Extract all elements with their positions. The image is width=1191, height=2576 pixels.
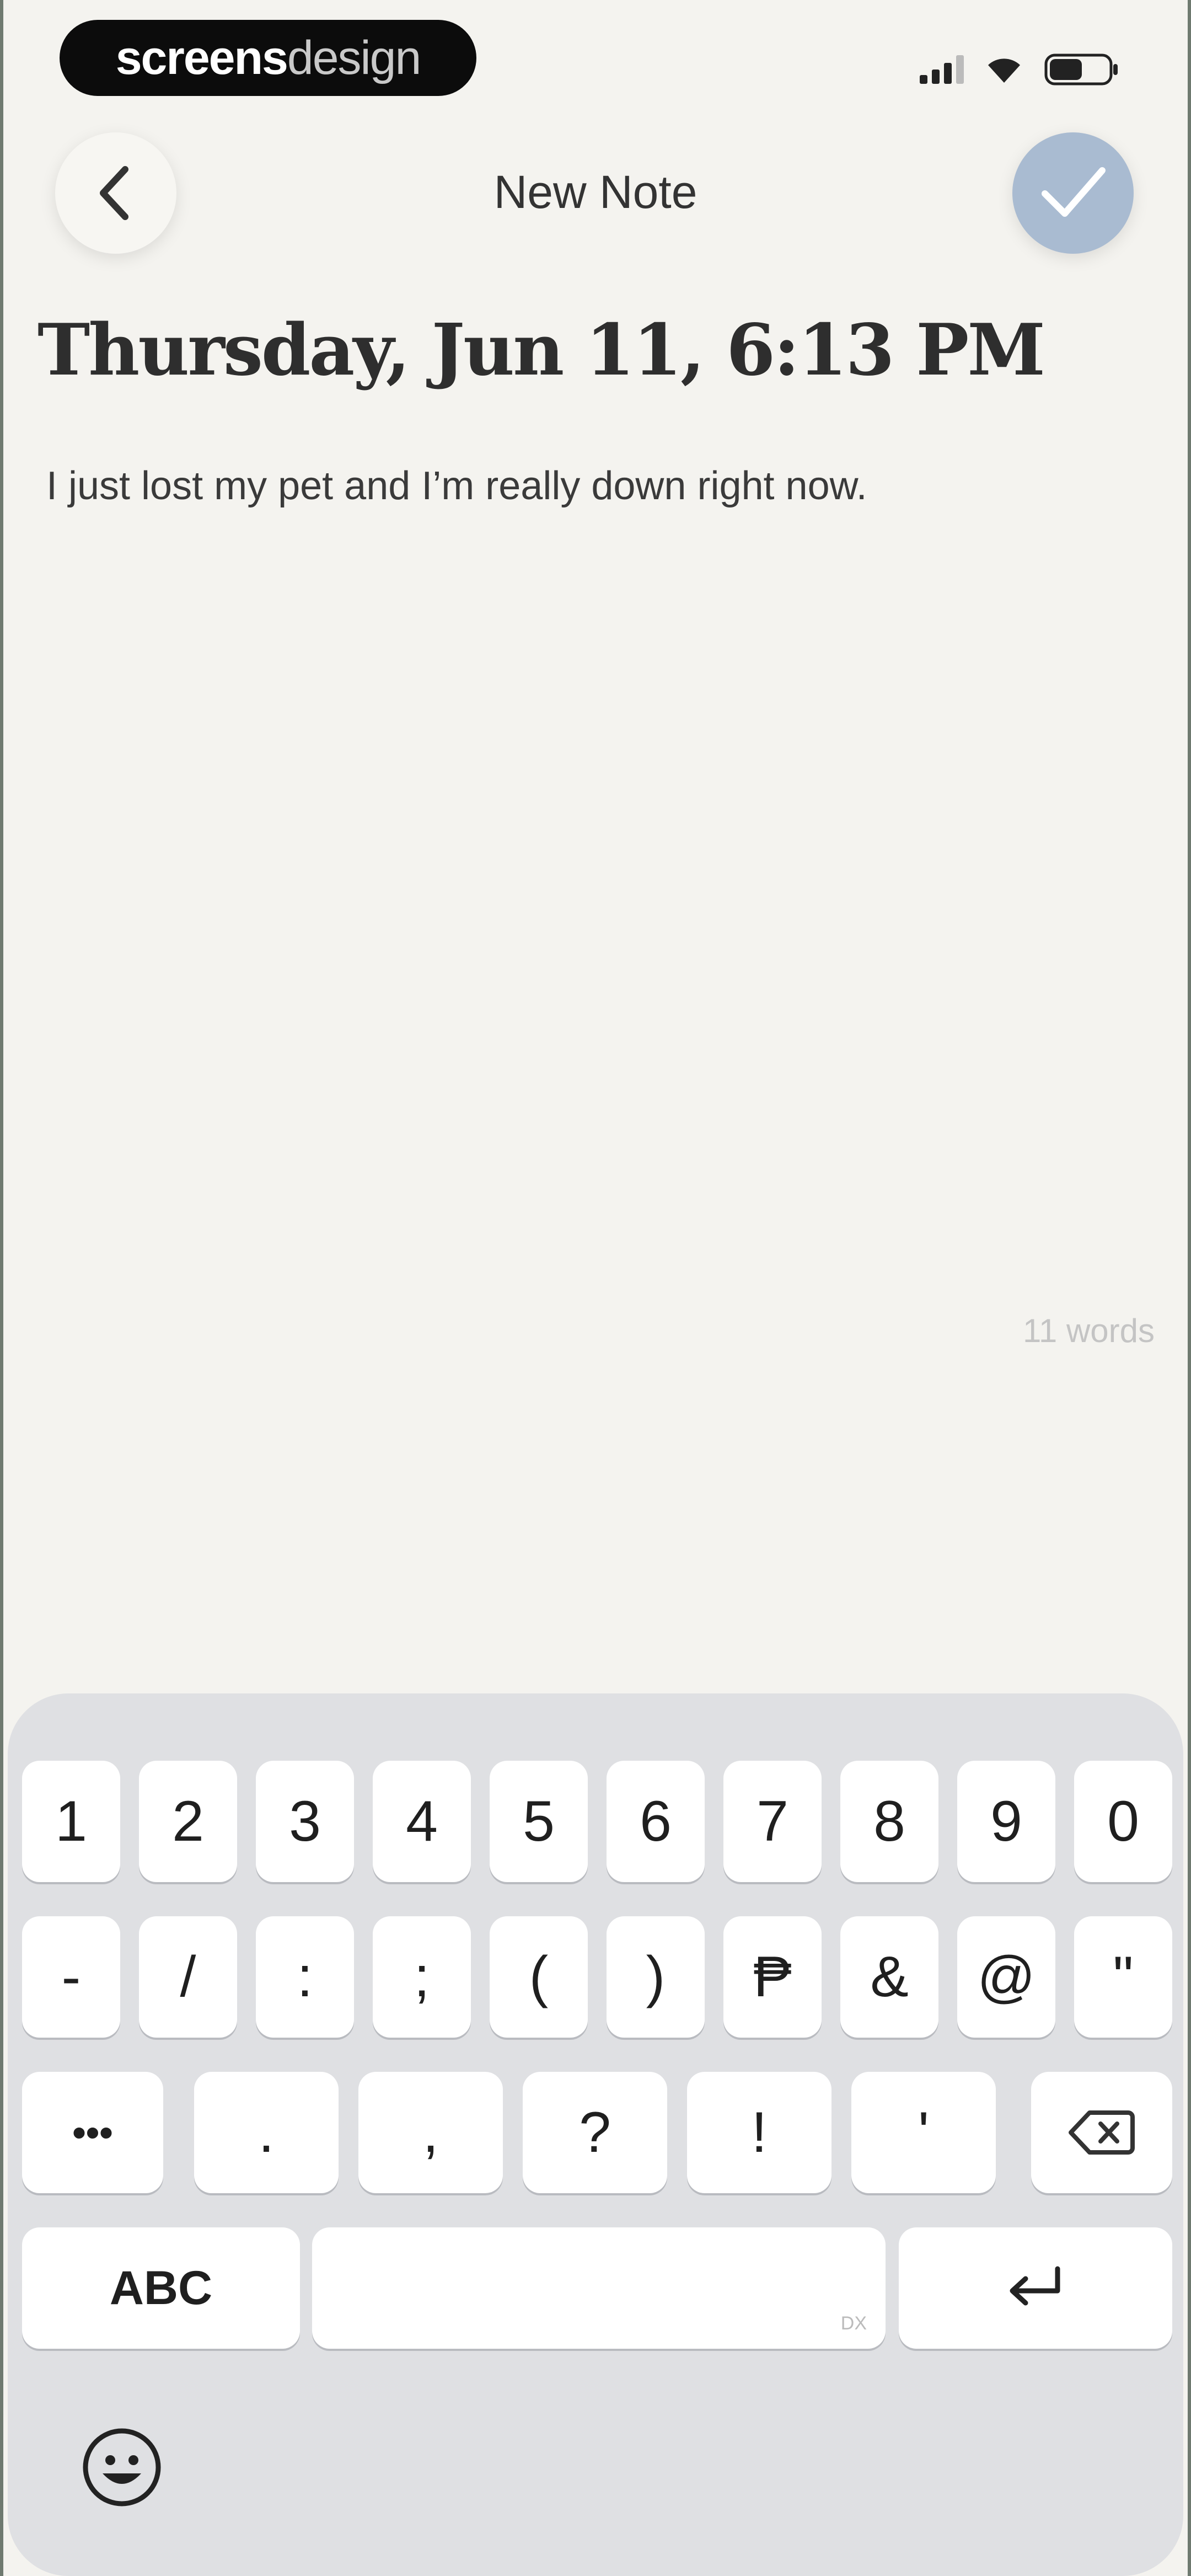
key-at[interactable]: @ (957, 1916, 1055, 2038)
checkmark-icon (1042, 167, 1106, 217)
brand-light: design (287, 31, 421, 84)
key-3[interactable]: 3 (256, 1761, 354, 1882)
key-hyphen[interactable]: - (22, 1916, 120, 2038)
key-question[interactable]: ? (523, 2072, 667, 2193)
key-1[interactable]: 1 (22, 1761, 120, 1882)
save-note-button[interactable] (1012, 132, 1134, 254)
key-period[interactable]: . (194, 2072, 339, 2193)
status-icons (920, 47, 1119, 92)
battery-icon (1044, 54, 1118, 85)
more-symbols-key[interactable]: ••• (22, 2072, 163, 2193)
note-date-heading: Thursday, Jun 11, 6:13 PM (37, 309, 1045, 392)
key-open-paren[interactable]: ( (490, 1916, 588, 2038)
key-quote[interactable]: " (1074, 1916, 1172, 2038)
cellular-signal-icon (920, 55, 964, 84)
delete-key[interactable] (1031, 2072, 1172, 2193)
key-6[interactable]: 6 (607, 1761, 705, 1882)
key-colon[interactable]: : (256, 1916, 354, 2038)
key-5[interactable]: 5 (490, 1761, 588, 1882)
key-semicolon[interactable]: ; (373, 1916, 471, 2038)
key-8[interactable]: 8 (840, 1761, 938, 1882)
numeric-keyboard: 1 2 3 4 5 6 7 8 9 0 - / : ; ( ) ₱ & @ " … (8, 1693, 1183, 2576)
key-9[interactable]: 9 (957, 1761, 1055, 1882)
space-key[interactable]: DX (312, 2227, 886, 2349)
wifi-icon (988, 58, 1020, 83)
screensdesign-logo: screens design (60, 20, 476, 96)
brand-bold: screens (115, 31, 288, 84)
key-comma[interactable]: , (358, 2072, 503, 2193)
emoji-button[interactable] (81, 2426, 163, 2509)
key-slash[interactable]: / (139, 1916, 237, 2038)
return-icon (1010, 2266, 1060, 2306)
backspace-icon (1069, 2110, 1135, 2155)
key-0[interactable]: 0 (1074, 1761, 1172, 1882)
word-count: 11 words (1022, 1312, 1155, 1349)
emoji-face-icon (83, 2428, 161, 2506)
key-7[interactable]: 7 (723, 1761, 822, 1882)
space-key-sublabel: DX (840, 2313, 867, 2334)
note-body-text[interactable]: I just lost my pet and I’m really down r… (46, 463, 867, 509)
key-2[interactable]: 2 (139, 1761, 237, 1882)
key-exclamation[interactable]: ! (687, 2072, 831, 2193)
key-close-paren[interactable]: ) (607, 1916, 705, 2038)
key-apostrophe[interactable]: ' (851, 2072, 996, 2193)
key-ampersand[interactable]: & (840, 1916, 938, 2038)
abc-key[interactable]: ABC (22, 2227, 300, 2349)
key-4[interactable]: 4 (373, 1761, 471, 1882)
return-key[interactable] (899, 2227, 1172, 2349)
key-peso[interactable]: ₱ (723, 1916, 822, 2038)
